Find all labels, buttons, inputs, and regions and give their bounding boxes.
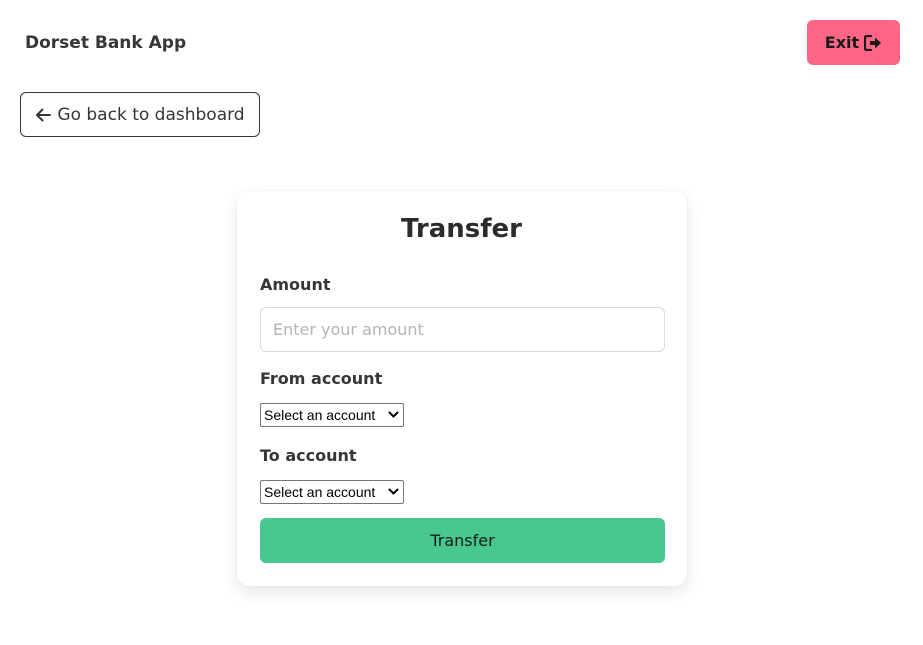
transfer-submit-button[interactable]: Transfer xyxy=(260,518,665,563)
back-to-dashboard-button[interactable]: Go back to dashboard xyxy=(20,92,260,137)
sign-out-icon xyxy=(864,34,882,51)
to-account-selected: Select an account xyxy=(264,484,376,500)
exit-button-label: Exit xyxy=(824,33,860,52)
app-brand: Dorset Bank App xyxy=(25,33,187,53)
chevron-down-icon xyxy=(388,488,399,496)
amount-label: Amount xyxy=(260,275,331,294)
to-account-select[interactable]: Select an account xyxy=(260,480,404,504)
back-button-label: Go back to dashboard xyxy=(57,104,245,125)
app-root: Dorset Bank App Exit Go back to dashboar… xyxy=(0,0,923,645)
from-account-selected: Select an account xyxy=(264,407,376,423)
from-account-select[interactable]: Select an account xyxy=(260,403,404,427)
exit-button[interactable]: Exit xyxy=(807,20,900,65)
chevron-down-icon xyxy=(388,411,399,419)
amount-input[interactable] xyxy=(260,307,665,352)
arrow-left-icon xyxy=(35,108,52,122)
from-account-label: From account xyxy=(260,369,383,388)
to-account-label: To account xyxy=(260,446,357,465)
form-title: Transfer xyxy=(401,214,522,244)
